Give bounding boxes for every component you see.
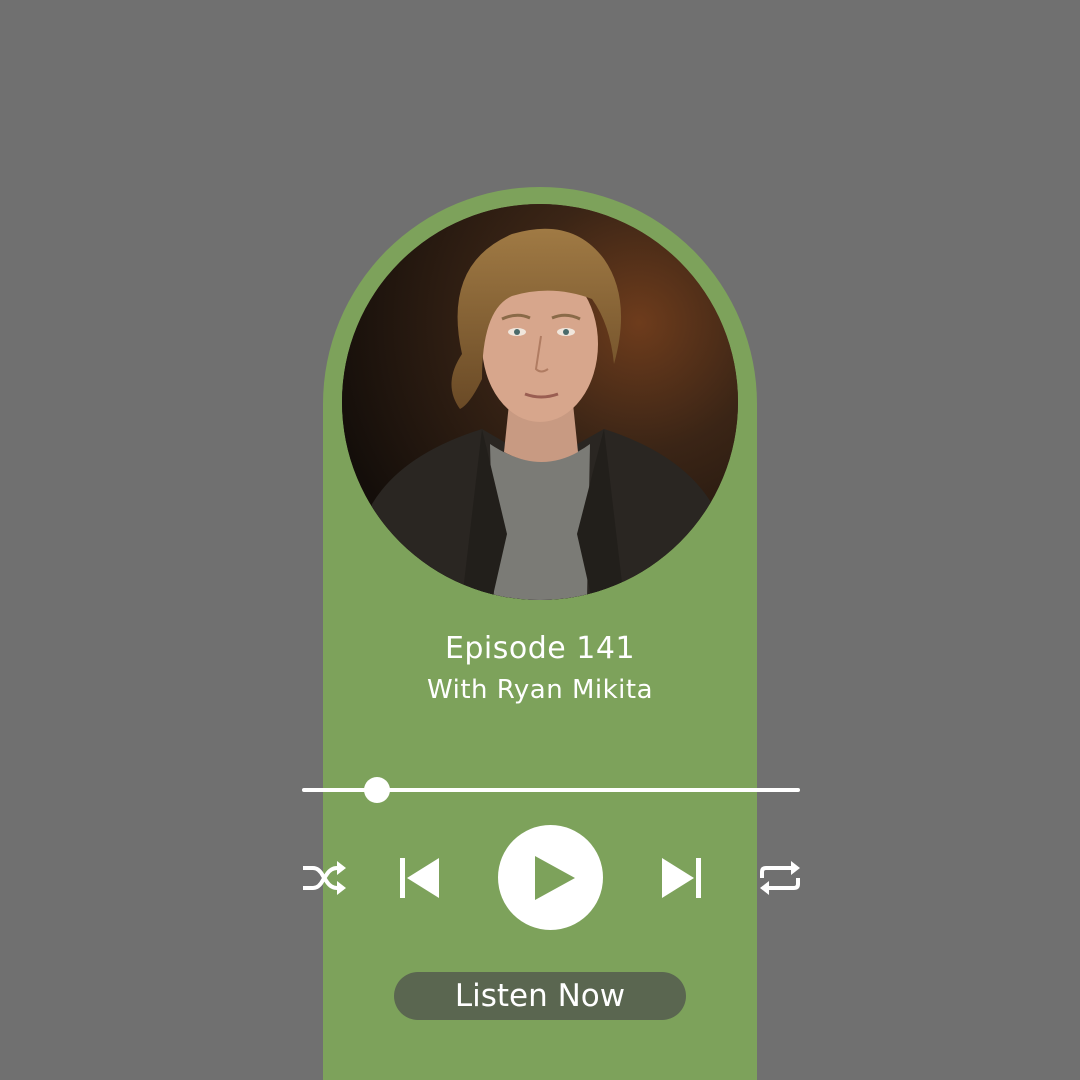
episode-guest: With Ryan Mikita [426,675,654,705]
progress-bar[interactable] [302,771,800,809]
shuffle-button[interactable] [300,858,348,898]
repeat-icon [760,861,800,895]
progress-handle[interactable] [363,777,390,803]
next-button[interactable] [658,854,706,902]
previous-button[interactable] [395,854,443,902]
skip-next-icon [662,858,701,898]
episode-title: Episode 141 [444,631,636,666]
play-button[interactable] [498,825,603,930]
listen-now-button[interactable]: Listen Now [394,972,686,1020]
play-icon [534,855,575,900]
repeat-button[interactable] [756,858,804,898]
guest-photo [342,204,738,600]
skip-previous-icon [400,858,439,898]
shuffle-icon [303,861,346,895]
